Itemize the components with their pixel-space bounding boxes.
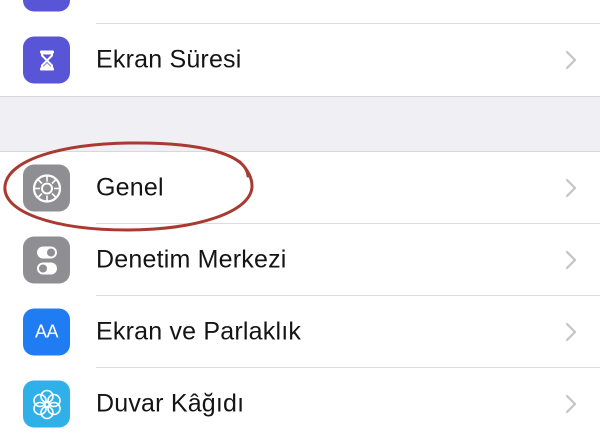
settings-screen: Ekran Süresi Genel Denetim Merkezi AA Ek… — [0, 0, 600, 440]
section-gap — [0, 96, 600, 152]
gear-icon — [23, 164, 70, 212]
row-label: Duvar Kâğıdı — [96, 389, 245, 418]
chevron-right-icon — [565, 50, 577, 70]
settings-row-control-center[interactable]: Denetim Merkezi — [0, 224, 600, 296]
flower-icon — [23, 380, 70, 428]
chevron-right-icon — [565, 394, 577, 414]
toggle-switches-icon — [23, 236, 70, 284]
settings-row-screen-time[interactable]: Ekran Süresi — [0, 24, 600, 96]
settings-row-partial[interactable] — [0, 0, 600, 24]
chevron-right-icon — [565, 178, 577, 198]
settings-row-wallpaper[interactable]: Duvar Kâğıdı — [0, 368, 600, 440]
text-size-aa-icon: AA — [23, 308, 70, 356]
settings-row-general[interactable]: Genel — [0, 152, 600, 224]
row-label: Denetim Merkezi — [96, 245, 287, 274]
row-label: Ekran ve Parlaklık — [96, 317, 302, 346]
row-label: Ekran Süresi — [96, 45, 242, 74]
hourglass-icon — [23, 36, 70, 84]
aa-glyph: AA — [34, 321, 59, 342]
chevron-right-icon — [565, 250, 577, 270]
partial-icon — [23, 0, 70, 12]
row-label: Genel — [96, 173, 164, 202]
chevron-right-icon — [565, 322, 577, 342]
settings-row-display-brightness[interactable]: AA Ekran ve Parlaklık — [0, 296, 600, 368]
